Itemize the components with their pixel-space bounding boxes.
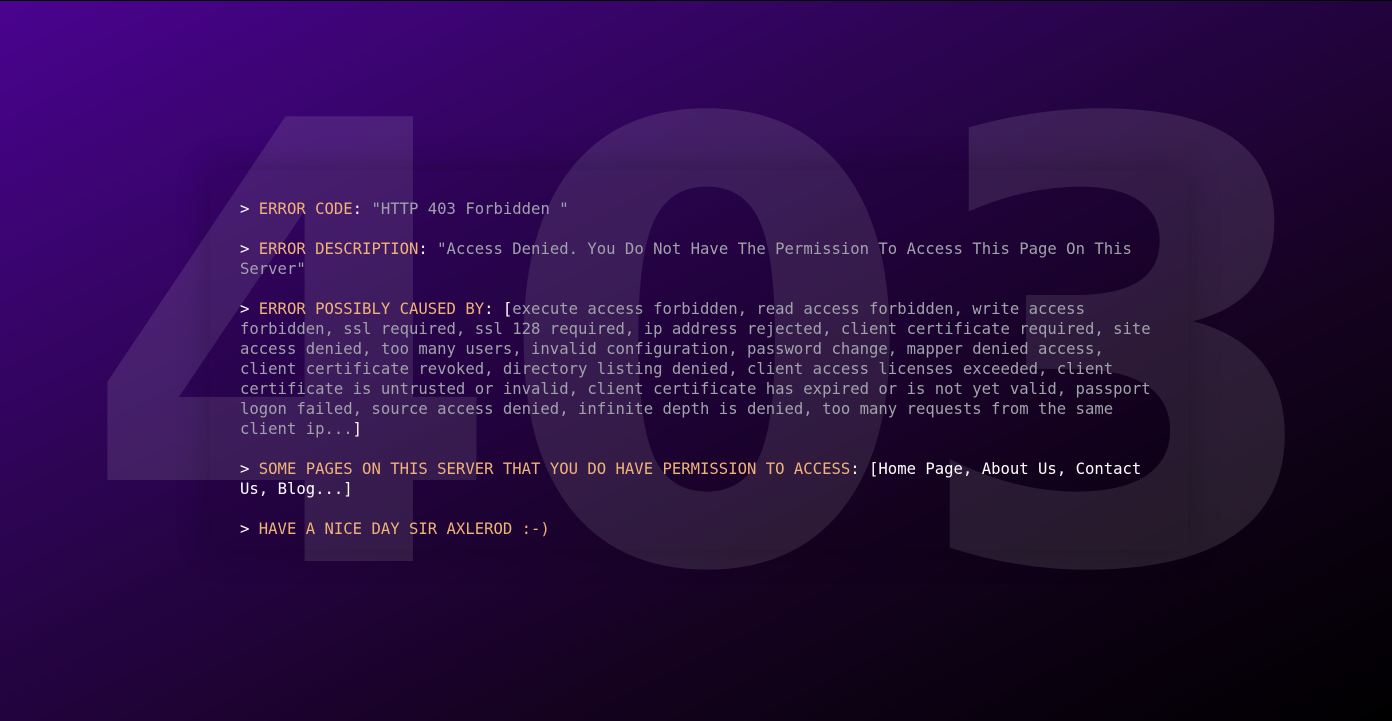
prompt-symbol: > — [240, 300, 250, 318]
colon: : — [352, 200, 363, 218]
error-description-line: > ERROR DESCRIPTION: "Access Denied. You… — [240, 239, 1160, 279]
bracket-close: ] — [352, 420, 363, 438]
permitted-pages-line: > SOME PAGES ON THIS SERVER THAT YOU DO … — [240, 459, 1160, 499]
colon: : — [418, 240, 428, 258]
possible-causes-line: > ERROR POSSIBLY CAUSED BY: [execute acc… — [240, 299, 1160, 439]
permitted-pages-label: SOME PAGES ON THIS SERVER THAT YOU DO HA… — [258, 460, 851, 478]
blog-link[interactable]: Blog... — [278, 480, 344, 498]
prompt-symbol: > — [240, 460, 250, 478]
home-page-link[interactable]: Home Page — [878, 460, 963, 478]
prompt-symbol: > — [240, 520, 250, 538]
terminal-panel: > ERROR CODE: "HTTP 403 Forbidden " > ER… — [210, 170, 1188, 550]
terminal-output: > ERROR CODE: "HTTP 403 Forbidden " > ER… — [240, 199, 1160, 559]
about-us-link[interactable]: About Us — [982, 460, 1057, 478]
bracket-open: [ — [502, 300, 513, 318]
error-code-line: > ERROR CODE: "HTTP 403 Forbidden " — [240, 199, 1160, 219]
colon: : — [850, 460, 860, 478]
colon: : — [484, 300, 494, 318]
separator: , — [962, 460, 982, 478]
error-description-label: ERROR DESCRIPTION — [258, 240, 419, 258]
prompt-symbol: > — [240, 240, 250, 258]
farewell-text: HAVE A NICE DAY SIR AXLEROD :-) — [258, 520, 550, 538]
bracket-open: [ — [869, 460, 879, 478]
prompt-symbol: > — [240, 200, 250, 218]
error-code-value: "HTTP 403 Forbidden " — [371, 200, 569, 218]
separator: , — [258, 480, 278, 498]
possible-causes-label: ERROR POSSIBLY CAUSED BY — [258, 300, 485, 318]
possible-causes-value: execute access forbidden, read access fo… — [240, 300, 1151, 438]
bracket-close: ] — [343, 480, 353, 498]
farewell-line: > HAVE A NICE DAY SIR AXLEROD :-) — [240, 519, 1160, 539]
error-code-label: ERROR CODE — [258, 200, 353, 218]
separator: , — [1056, 460, 1076, 478]
